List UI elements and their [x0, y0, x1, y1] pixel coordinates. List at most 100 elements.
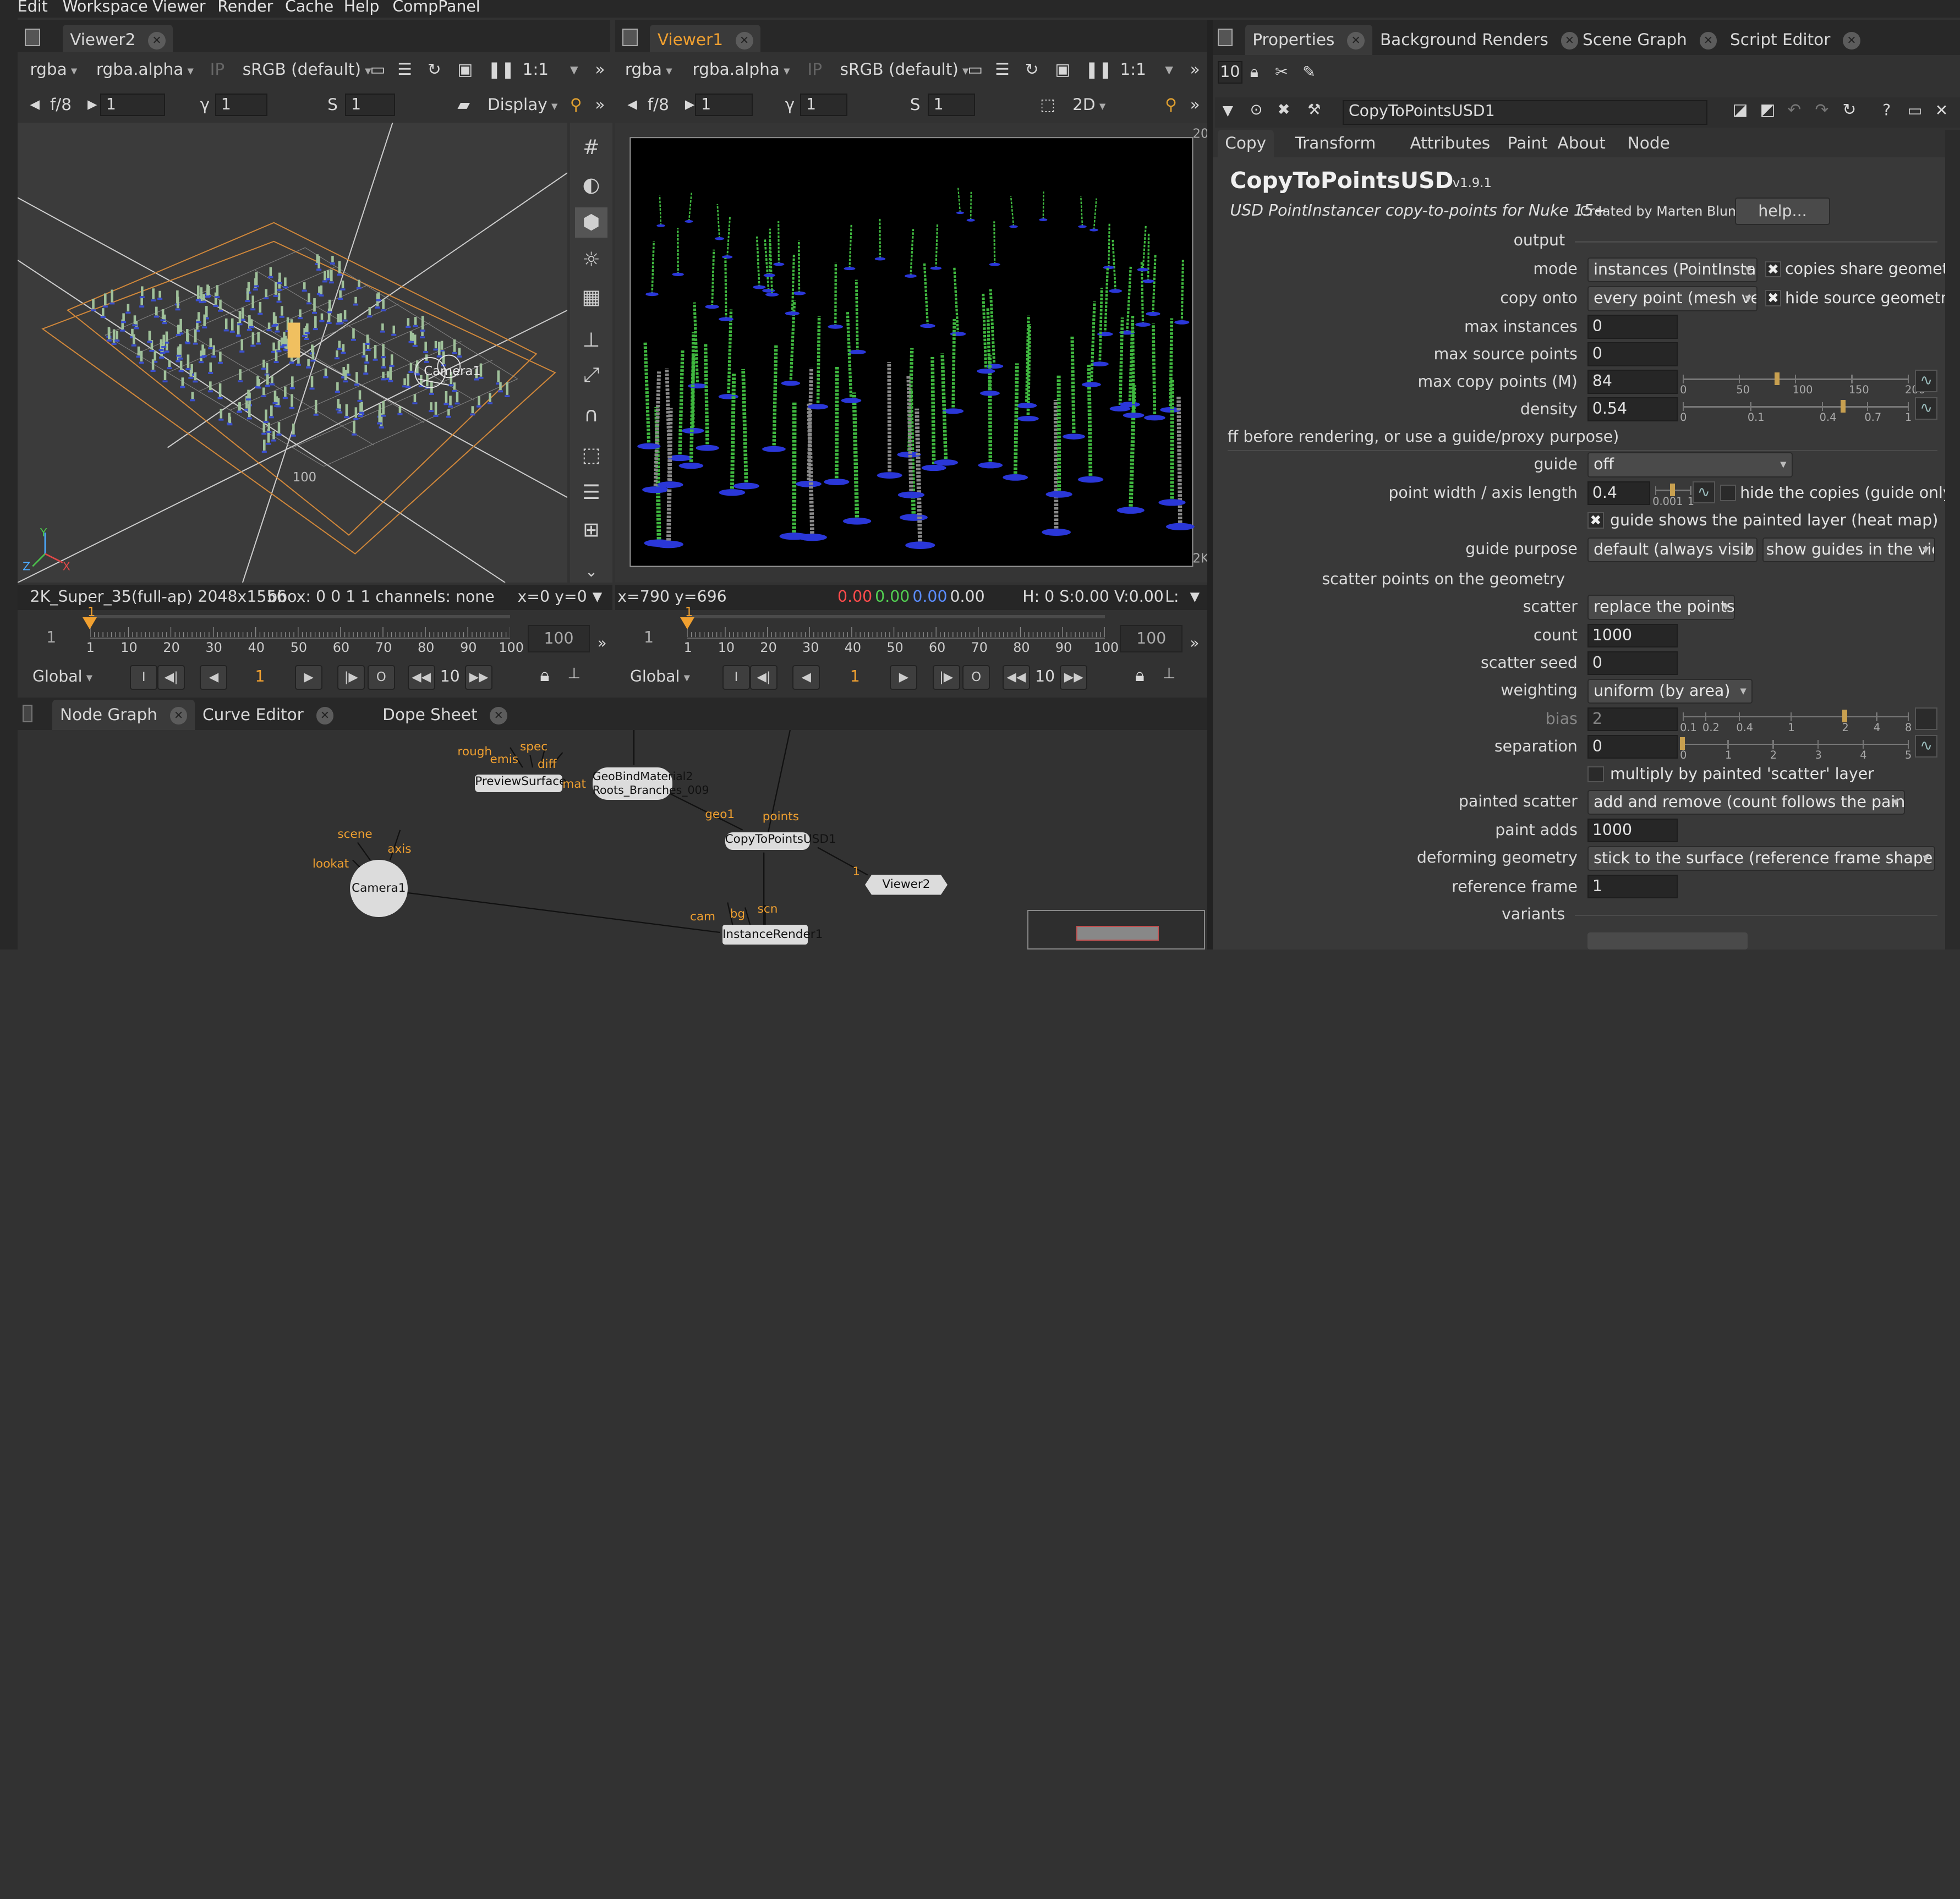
light-icon[interactable]: ◐: [575, 170, 607, 200]
layers-tool-icon[interactable]: ☰: [575, 478, 607, 508]
gamma-field[interactable]: 1: [800, 94, 847, 116]
viewer2-3d-viewport[interactable]: Camera1 100 Y Z X: [18, 123, 568, 583]
tab-curve-editor[interactable]: Curve Editor✕: [195, 700, 341, 730]
undo-icon[interactable]: ↶: [1788, 100, 1802, 119]
current-frame[interactable]: 1: [255, 667, 265, 685]
timeline-expand-icon[interactable]: »: [1190, 635, 1200, 652]
bias-field[interactable]: 2: [1587, 707, 1678, 731]
saturation-field[interactable]: 1: [345, 94, 395, 116]
splitter[interactable]: [1207, 20, 1212, 950]
step-value[interactable]: 10: [1035, 667, 1055, 685]
roi-select-icon[interactable]: ⬚: [1040, 95, 1055, 114]
fstop-left-icon[interactable]: ◀: [30, 97, 40, 112]
tab-viewer1[interactable]: Viewer1✕: [650, 25, 760, 55]
menu-help[interactable]: Help: [344, 0, 380, 15]
node-color-icon[interactable]: ⊙: [1250, 101, 1263, 118]
status-dropdown-icon[interactable]: ▼: [1190, 590, 1200, 604]
grid-icon[interactable]: #: [575, 133, 607, 163]
animation-curve-icon[interactable]: ∿: [1693, 481, 1715, 504]
range-icon[interactable]: ⊥: [1163, 665, 1176, 682]
pane-menu-icon[interactable]: [23, 705, 32, 722]
tool-icon[interactable]: ✖: [1278, 101, 1290, 118]
reference-frame-field[interactable]: 1: [1587, 875, 1678, 898]
zoom-dropdown[interactable]: 1:1: [1120, 60, 1146, 79]
ip-button[interactable]: IP: [808, 60, 823, 79]
separation-field[interactable]: 0: [1587, 735, 1678, 759]
tab-background-renders[interactable]: Background Renders✕: [1372, 25, 1586, 55]
alpha-dropdown[interactable]: rgba.alpha: [96, 60, 194, 79]
close-icon[interactable]: ✕: [1347, 32, 1365, 50]
prev-key-button[interactable]: ◀|: [157, 665, 185, 690]
paint-adds-field[interactable]: 1000: [1587, 819, 1678, 842]
tab-copy[interactable]: Copy: [1218, 130, 1274, 157]
scatter-seed-field[interactable]: 0: [1587, 651, 1678, 675]
slider-knob[interactable]: [1775, 372, 1780, 385]
count-field[interactable]: 1000: [1587, 624, 1678, 647]
sun-icon[interactable]: ☼: [575, 245, 607, 275]
expand-icon[interactable]: »: [1190, 60, 1200, 79]
expand-icon[interactable]: »: [595, 60, 605, 79]
float-icon[interactable]: ▭: [1908, 101, 1923, 119]
lock-icon[interactable]: ⚲: [570, 95, 582, 114]
scatter-dropdown[interactable]: replace the points: [1587, 595, 1735, 619]
multiply-checkbox[interactable]: [1587, 766, 1604, 783]
point-width-field[interactable]: 0.4: [1587, 481, 1650, 505]
copies-share-checkbox[interactable]: ✖: [1765, 261, 1782, 278]
fstop-right-icon[interactable]: ▶: [685, 97, 694, 112]
copy-icon[interactable]: ◩: [1760, 100, 1776, 119]
colorspace-dropdown[interactable]: sRGB (default): [840, 60, 969, 79]
node-name-field[interactable]: CopyToPointsUSD1: [1343, 100, 1707, 125]
wrench-icon[interactable]: ⚒: [1307, 101, 1321, 118]
guide-shows-checkbox[interactable]: ✖: [1587, 512, 1604, 529]
menu-viewer[interactable]: Viewer: [152, 0, 205, 15]
lock-icon[interactable]: ⚲: [1165, 95, 1177, 114]
expand-icon-2[interactable]: »: [1190, 95, 1200, 114]
lock-range-icon[interactable]: 🔒︎: [540, 665, 549, 686]
viewer1-render-viewport[interactable]: 2048 2K: [615, 123, 1208, 583]
clear-panels-icon[interactable]: ✂: [1275, 63, 1288, 81]
node-preview-surface[interactable]: PreviewSurface: [475, 775, 562, 792]
menu-cache[interactable]: Cache: [285, 0, 333, 15]
redo-icon[interactable]: ↷: [1815, 100, 1828, 119]
painted-scatter-dropdown[interactable]: add and remove (count follows the paint): [1587, 790, 1905, 815]
pane-menu-icon[interactable]: [622, 29, 637, 46]
tab-about[interactable]: About: [1550, 130, 1613, 157]
copy-onto-dropdown[interactable]: every point (mesh ve: [1587, 286, 1758, 311]
last-frame-button[interactable]: O: [962, 665, 990, 690]
layers-icon[interactable]: ☰: [995, 60, 1009, 79]
hide-source-checkbox[interactable]: ✖: [1765, 290, 1782, 306]
close-panel-icon[interactable]: ✕: [1935, 101, 1948, 119]
monitor-icon[interactable]: ▭: [370, 60, 385, 79]
node-graph-canvas[interactable]: PreviewSurface GeoBindMaterial2Roots_Bra…: [18, 730, 1208, 950]
frame-field[interactable]: 1: [100, 94, 165, 116]
select-icon[interactable]: ⬚: [575, 440, 607, 470]
play-button[interactable]: ▶: [890, 665, 917, 690]
chevron-down-icon[interactable]: ▾: [1165, 60, 1173, 79]
roi-icon[interactable]: ▣: [1055, 60, 1070, 79]
tab-dope-sheet[interactable]: Dope Sheet✕: [375, 700, 515, 730]
play-back-button[interactable]: ◀: [792, 665, 820, 690]
alpha-dropdown[interactable]: rgba.alpha: [693, 60, 790, 79]
collapse-icon[interactable]: ▼: [1223, 102, 1233, 118]
last-frame-button[interactable]: O: [368, 665, 395, 690]
edit-icon[interactable]: ✎: [1302, 63, 1316, 81]
view-mode-dropdown[interactable]: 2D: [1072, 95, 1105, 114]
timeline-end[interactable]: 100: [1120, 625, 1182, 652]
slider-knob[interactable]: [1670, 484, 1675, 496]
help-icon[interactable]: ?: [1882, 101, 1891, 119]
animation-curve-icon[interactable]: ∿: [1915, 370, 1937, 392]
roi-icon[interactable]: ▣: [457, 60, 473, 79]
tab-paint[interactable]: Paint: [1500, 130, 1555, 157]
node-instancerender[interactable]: InstanceRender1: [722, 925, 807, 945]
close-icon[interactable]: ✕: [1843, 32, 1860, 50]
gamma-field[interactable]: 1: [215, 94, 267, 116]
slider-knob[interactable]: [1842, 710, 1847, 722]
fstop-left-icon[interactable]: ◀: [627, 97, 637, 112]
fstop-value[interactable]: f/8: [648, 95, 669, 114]
checker-icon[interactable]: ▦: [575, 282, 607, 312]
display-mode-dropdown[interactable]: Display: [488, 95, 557, 114]
density-field[interactable]: 0.54: [1587, 397, 1678, 421]
close-icon[interactable]: ✕: [148, 32, 166, 50]
close-icon[interactable]: ✕: [490, 707, 507, 725]
tab-properties[interactable]: Properties✕: [1245, 25, 1372, 55]
